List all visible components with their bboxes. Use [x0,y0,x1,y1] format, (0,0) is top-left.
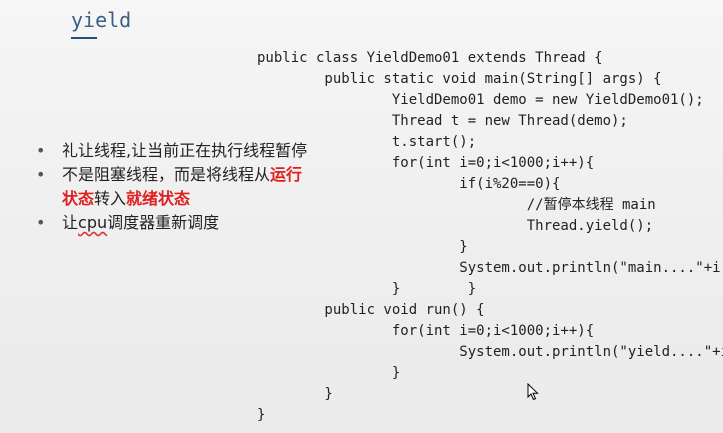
code-line: } [257,386,333,402]
bullet-text: 不是阻塞线程，而是将线程从 [62,165,271,184]
bullet-text: 调度器重新调度 [107,213,220,232]
bullet-dot-icon: • [36,213,46,232]
code-line: } [257,407,266,423]
code-line: Thread t = new Thread(demo); [257,113,628,129]
bullet-text: 转入 [94,189,127,208]
code-line: } [257,239,468,255]
spellcheck-word: cpu [78,213,108,232]
code-line: public class YieldDemo01 extends Thread … [257,50,603,66]
code-line: YieldDemo01 demo = new YieldDemo01(); [257,92,704,108]
code-line: t.start(); [257,134,477,150]
mouse-pointer-icon [527,383,539,401]
code-line: for(int i=0;i<1000;i++){ [257,323,595,339]
code-line: //暂停本线程 main [257,197,656,213]
highlight-ready-state: 就绪状态 [126,189,191,208]
code-line: Thread.yield(); [257,218,654,234]
title-underline [71,37,97,39]
code-line: for(int i=0;i<1000;i++){ [257,155,595,171]
code-line: public void run() { [257,302,485,318]
code-block: public class YieldDemo01 extends Thread … [257,48,723,426]
highlight-state: 状态 [62,189,95,208]
bullet-dot-icon: • [36,141,46,160]
code-line: System.out.println("main...."+i); [257,260,723,276]
code-line: } [257,365,401,381]
code-line: public static void main(String[] args) { [257,71,662,87]
code-line: if(i%20==0){ [257,176,561,192]
bullet-text: 让 [62,213,79,232]
bullet-dot-icon: • [36,165,46,184]
code-line: } } [257,281,477,297]
code-line: System.out.println("yield...."+i); [257,344,723,360]
slide-title: yield [71,8,132,32]
